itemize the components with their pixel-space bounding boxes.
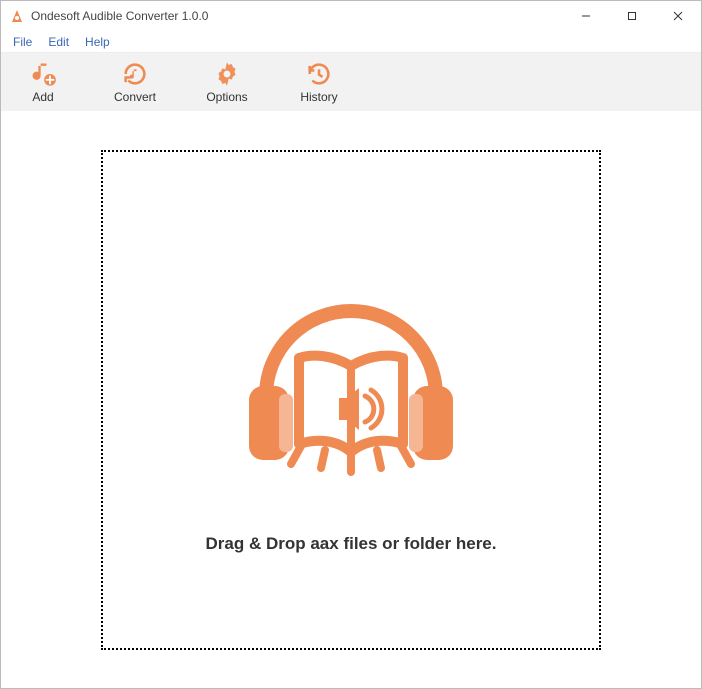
music-plus-icon xyxy=(29,60,57,88)
close-button[interactable] xyxy=(655,1,701,31)
history-button[interactable]: History xyxy=(287,60,351,104)
window-controls xyxy=(563,1,701,31)
main-content: Drag & Drop aax files or folder here. xyxy=(1,111,701,688)
audiobook-headphones-icon xyxy=(221,246,481,506)
dropzone[interactable]: Drag & Drop aax files or folder here. xyxy=(101,150,601,650)
menubar: File Edit Help xyxy=(1,31,701,53)
add-button[interactable]: Add xyxy=(11,60,75,104)
gear-icon xyxy=(213,60,241,88)
options-button[interactable]: Options xyxy=(195,60,259,104)
convert-button[interactable]: Convert xyxy=(103,60,167,104)
app-icon xyxy=(9,8,25,24)
titlebar: Ondesoft Audible Converter 1.0.0 xyxy=(1,1,701,31)
minimize-button[interactable] xyxy=(563,1,609,31)
menu-file[interactable]: File xyxy=(5,33,40,51)
add-label: Add xyxy=(32,90,53,104)
history-label: History xyxy=(300,90,337,104)
maximize-button[interactable] xyxy=(609,1,655,31)
history-icon xyxy=(305,60,333,88)
convert-label: Convert xyxy=(114,90,156,104)
options-label: Options xyxy=(206,90,247,104)
window-title: Ondesoft Audible Converter 1.0.0 xyxy=(31,9,563,23)
dropzone-prompt: Drag & Drop aax files or folder here. xyxy=(206,534,497,554)
menu-edit[interactable]: Edit xyxy=(40,33,77,51)
convert-icon xyxy=(121,60,149,88)
toolbar: Add Convert Options xyxy=(1,53,701,111)
menu-help[interactable]: Help xyxy=(77,33,118,51)
